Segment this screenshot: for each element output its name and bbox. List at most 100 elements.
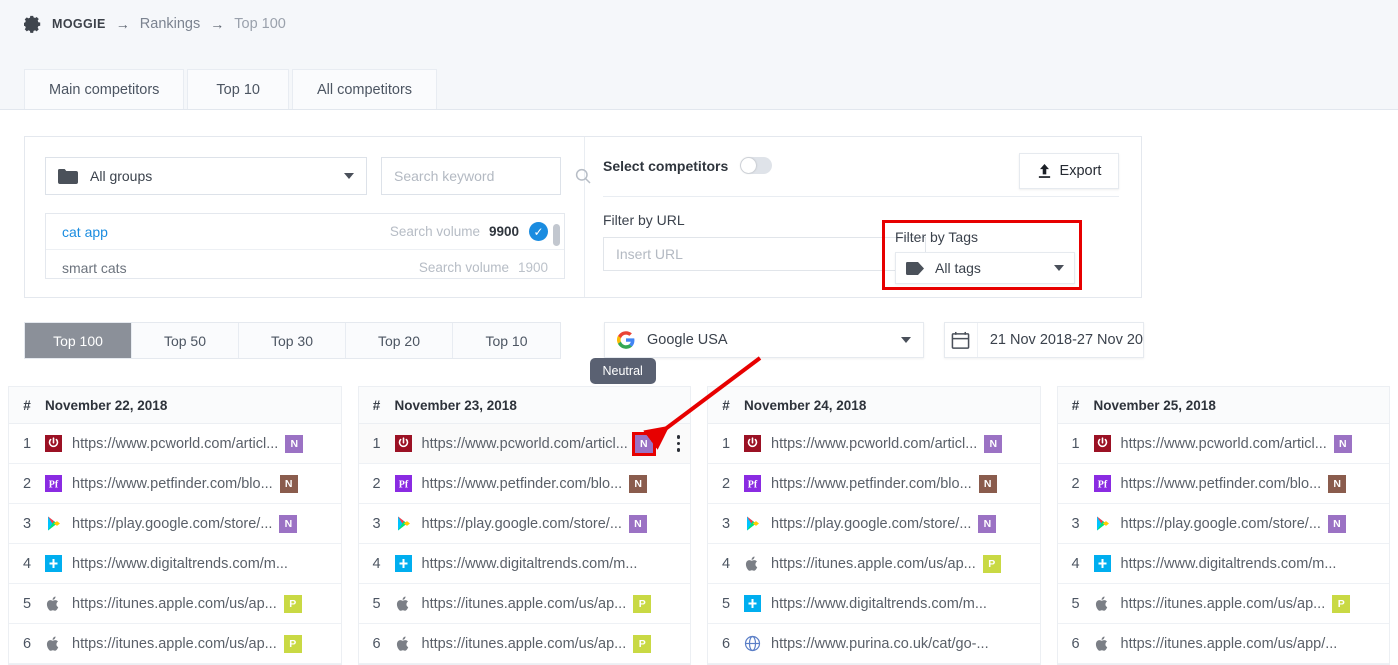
keyword-name[interactable]: smart cats xyxy=(62,260,127,276)
status-badge[interactable]: N xyxy=(629,474,648,493)
breadcrumb-brand[interactable]: MOGGIE xyxy=(52,17,106,31)
result-url[interactable]: https://play.google.com/store/... xyxy=(1121,516,1321,532)
search-engine-select[interactable]: Google USA xyxy=(604,322,924,358)
result-url[interactable]: https://www.pcworld.com/articl... xyxy=(1121,436,1327,452)
status-badge[interactable]: N xyxy=(978,474,997,493)
table-row[interactable]: 1 https://www.pcworld.com/articl... N xyxy=(9,424,341,464)
table-row[interactable]: 5 https://www.digitaltrends.com/m... xyxy=(708,584,1040,624)
keyword-name[interactable]: cat app xyxy=(62,224,108,240)
status-badge[interactable]: P xyxy=(633,594,652,613)
tab-main-competitors[interactable]: Main competitors xyxy=(24,69,185,109)
segment-top-50[interactable]: Top 50 xyxy=(132,323,239,358)
result-url[interactable]: https://www.petfinder.com/blo... xyxy=(771,476,972,492)
export-button[interactable]: Export xyxy=(1019,153,1119,189)
table-row[interactable]: 4 https://www.digitaltrends.com/m... xyxy=(358,544,690,584)
rank: 6 xyxy=(372,635,381,652)
result-url[interactable]: https://itunes.apple.com/us/ap... xyxy=(72,636,277,652)
tab-all-competitors[interactable]: All competitors xyxy=(291,69,438,109)
result-url[interactable]: https://play.google.com/store/... xyxy=(771,516,971,532)
status-badge[interactable]: N xyxy=(1327,514,1346,533)
status-badge[interactable]: N xyxy=(631,431,656,456)
result-url[interactable]: https://www.petfinder.com/blo... xyxy=(1121,476,1322,492)
segment-top-10[interactable]: Top 10 xyxy=(453,323,560,358)
table-row[interactable]: 6 https://itunes.apple.com/us/app/... xyxy=(1057,624,1389,664)
table-row[interactable]: 4 https://itunes.apple.com/us/ap... P xyxy=(708,544,1040,584)
table-row[interactable]: 4 https://www.digitaltrends.com/m... xyxy=(9,544,341,584)
table-row[interactable]: 3 https://play.google.com/store/... N xyxy=(9,504,341,544)
column-date: November 24, 2018 xyxy=(744,397,867,413)
status-badge[interactable]: N xyxy=(279,514,298,533)
result-url[interactable]: https://www.digitaltrends.com/m... xyxy=(422,556,638,572)
segment-top-30[interactable]: Top 30 xyxy=(239,323,346,358)
table-row[interactable]: 4 https://www.digitaltrends.com/m... xyxy=(1057,544,1389,584)
status-badge[interactable]: N xyxy=(1328,474,1347,493)
url-input-box[interactable] xyxy=(603,237,926,271)
list-item[interactable]: smart cats Search volume 1900 xyxy=(46,250,564,278)
table-row[interactable]: 2 Pf https://www.petfinder.com/blo... N xyxy=(1057,464,1389,504)
table-row[interactable]: 5 https://itunes.apple.com/us/ap... P xyxy=(9,584,341,624)
result-url[interactable]: https://www.digitaltrends.com/m... xyxy=(771,596,987,612)
status-badge[interactable]: N xyxy=(978,514,997,533)
row-menu-icon[interactable] xyxy=(676,435,680,452)
result-url[interactable]: https://www.pcworld.com/articl... xyxy=(771,436,977,452)
table-row[interactable]: 2 Pf https://www.petfinder.com/blo... N xyxy=(9,464,341,504)
result-url[interactable]: https://www.petfinder.com/blo... xyxy=(422,476,623,492)
url-input[interactable] xyxy=(616,246,913,262)
table-row[interactable]: 6 https://itunes.apple.com/us/ap... P xyxy=(358,624,690,664)
status-badge[interactable]: P xyxy=(283,634,302,653)
table-row[interactable]: 3 https://play.google.com/store/... N xyxy=(708,504,1040,544)
status-badge[interactable]: P xyxy=(283,594,302,613)
status-badge[interactable]: P xyxy=(633,634,652,653)
check-icon[interactable]: ✓ xyxy=(529,222,548,241)
status-badge[interactable]: N xyxy=(1333,434,1352,453)
tab-top-10[interactable]: Top 10 xyxy=(187,69,289,109)
result-url[interactable]: https://itunes.apple.com/us/ap... xyxy=(1121,596,1326,612)
table-row[interactable]: 2 Pf https://www.petfinder.com/blo... N xyxy=(708,464,1040,504)
status-badge[interactable]: P xyxy=(1332,594,1351,613)
table-row[interactable]: 6 https://itunes.apple.com/us/ap... P xyxy=(9,624,341,664)
gear-icon[interactable] xyxy=(24,15,42,33)
result-url[interactable]: https://itunes.apple.com/us/ap... xyxy=(422,636,627,652)
table-row[interactable]: 3 https://play.google.com/store/... N xyxy=(358,504,690,544)
search-keyword-box[interactable] xyxy=(381,157,591,195)
result-url[interactable]: https://www.pcworld.com/articl... xyxy=(72,436,278,452)
result-url[interactable]: https://itunes.apple.com/us/ap... xyxy=(422,596,627,612)
table-row[interactable]: 1 https://www.pcworld.com/articl... N xyxy=(358,424,690,464)
globe-icon xyxy=(744,635,761,652)
status-badge[interactable]: N xyxy=(279,474,298,493)
search-input[interactable] xyxy=(394,168,575,184)
table-row[interactable]: 1 https://www.pcworld.com/articl... N xyxy=(708,424,1040,464)
segment-top-100[interactable]: Top 100 xyxy=(25,323,132,358)
date-range-picker[interactable]: 21 Nov 2018-27 Nov 20 xyxy=(944,322,1144,358)
table-row[interactable]: 3 https://play.google.com/store/... N xyxy=(1057,504,1389,544)
result-url[interactable]: https://www.digitaltrends.com/m... xyxy=(72,556,288,572)
segment-top-20[interactable]: Top 20 xyxy=(346,323,453,358)
result-url[interactable]: https://itunes.apple.com/us/app/... xyxy=(1121,636,1338,652)
result-url[interactable]: https://www.purina.co.uk/cat/go-... xyxy=(771,636,989,652)
apple-icon xyxy=(45,595,62,612)
table-row[interactable]: 5 https://itunes.apple.com/us/ap... P xyxy=(1057,584,1389,624)
breadcrumb-item-rankings[interactable]: Rankings xyxy=(140,16,200,32)
result-url[interactable]: https://itunes.apple.com/us/ap... xyxy=(771,556,976,572)
select-competitors-toggle[interactable] xyxy=(740,157,773,174)
status-badge[interactable]: N xyxy=(285,434,304,453)
result-url[interactable]: https://play.google.com/store/... xyxy=(422,516,622,532)
result-url[interactable]: https://www.digitaltrends.com/m... xyxy=(1121,556,1337,572)
keyword-list-scrollbar[interactable] xyxy=(553,218,560,276)
result-url[interactable]: https://www.pcworld.com/articl... xyxy=(422,436,628,452)
status-badge[interactable]: N xyxy=(628,514,647,533)
table-row[interactable]: 6 https://www.purina.co.uk/cat/go-... xyxy=(708,624,1040,664)
table-row[interactable]: 2 Pf https://www.petfinder.com/blo... N xyxy=(358,464,690,504)
table-row[interactable]: 5 https://itunes.apple.com/us/ap... P xyxy=(358,584,690,624)
keyword-list[interactable]: cat app Search volume 9900 ✓ smart cats … xyxy=(45,213,565,279)
tags-select[interactable]: All tags xyxy=(895,252,1075,284)
result-url[interactable]: https://itunes.apple.com/us/ap... xyxy=(72,596,277,612)
result-url[interactable]: https://www.petfinder.com/blo... xyxy=(72,476,273,492)
list-item[interactable]: cat app Search volume 9900 ✓ xyxy=(46,214,564,250)
group-select[interactable]: All groups xyxy=(45,157,367,195)
table-row[interactable]: 1 https://www.pcworld.com/articl... N xyxy=(1057,424,1389,464)
result-url[interactable]: https://play.google.com/store/... xyxy=(72,516,272,532)
status-badge[interactable]: N xyxy=(984,434,1003,453)
status-badge[interactable]: P xyxy=(982,554,1001,573)
scrollbar-thumb[interactable] xyxy=(553,224,560,246)
